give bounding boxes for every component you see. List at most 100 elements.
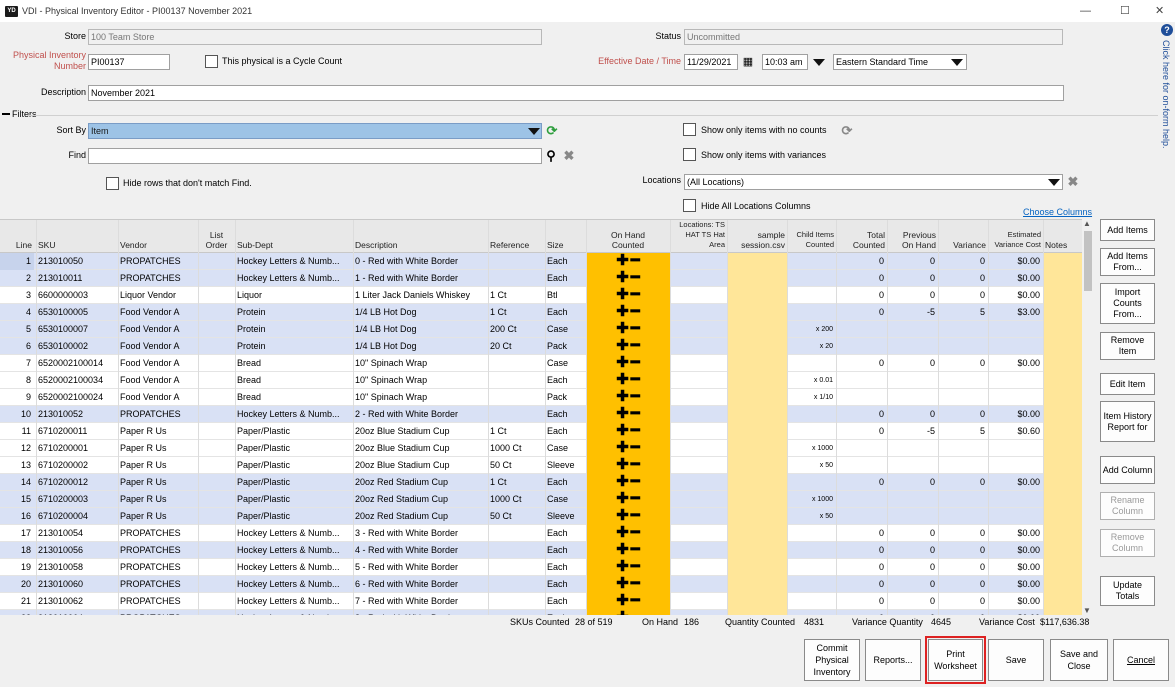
plus-minus-icon[interactable]: ✚━ xyxy=(586,440,670,457)
plus-minus-icon[interactable]: ✚━ xyxy=(586,355,670,372)
plus-minus-icon[interactable]: ✚━ xyxy=(586,304,670,321)
refresh-counts-icon[interactable]: ⟳ xyxy=(839,124,855,138)
cell-loc[interactable] xyxy=(670,440,727,457)
remove-item-button[interactable]: Remove Item xyxy=(1100,332,1155,360)
cell-loc[interactable] xyxy=(670,457,727,474)
plus-minus-icon[interactable]: ✚━ xyxy=(586,491,670,508)
cell-notes[interactable] xyxy=(1043,610,1082,615)
plus-minus-icon[interactable]: ✚━ xyxy=(586,610,670,615)
cell-sample[interactable] xyxy=(727,508,787,525)
cell-loc[interactable] xyxy=(670,304,727,321)
clear-find-icon[interactable]: ✖ xyxy=(562,149,576,163)
cell-notes[interactable] xyxy=(1043,474,1082,491)
column-header-reference[interactable]: Reference xyxy=(490,240,543,250)
cell-notes[interactable] xyxy=(1043,372,1082,389)
table-row[interactable]: 13 6710200002 Paper R Us Paper/Plastic 20oz … xyxy=(0,457,1082,474)
column-header-subdept[interactable]: Sub-Dept xyxy=(237,240,351,250)
column-header-notes[interactable]: Notes xyxy=(1045,240,1080,250)
effective-date-field[interactable]: 11/29/2021 xyxy=(684,54,738,70)
import-counts-button[interactable]: Import Counts From... xyxy=(1100,283,1155,324)
cell-sample[interactable] xyxy=(727,542,787,559)
table-row[interactable]: 5 6530100007 Food Vendor A Protein 1/4 LB Ho… xyxy=(0,321,1082,338)
grid-vertical-scrollbar[interactable]: ▲ ▼ xyxy=(1082,219,1094,615)
cell-notes[interactable] xyxy=(1043,270,1082,287)
table-row[interactable]: 7 6520002100014 Food Vendor A Bread 10" Spin… xyxy=(0,355,1082,372)
cell-sample[interactable] xyxy=(727,423,787,440)
cell-notes[interactable] xyxy=(1043,440,1082,457)
cell-sample[interactable] xyxy=(727,576,787,593)
remove-column-button[interactable]: Remove Column xyxy=(1100,529,1155,557)
timezone-chevron-down-icon[interactable] xyxy=(951,59,963,66)
cell-loc[interactable] xyxy=(670,270,727,287)
sort-chevron-down-icon[interactable] xyxy=(528,128,540,135)
cell-loc[interactable] xyxy=(670,372,727,389)
cell-loc[interactable] xyxy=(670,491,727,508)
table-row[interactable]: 16 6710200004 Paper R Us Paper/Plastic 20oz … xyxy=(0,508,1082,525)
table-row[interactable]: 6 6530100002 Food Vendor A Protein 1/4 LB Ho… xyxy=(0,338,1082,355)
cell-loc[interactable] xyxy=(670,423,727,440)
clear-locations-icon[interactable]: ✖ xyxy=(1066,175,1080,189)
help-text[interactable]: Click here for on-form help. xyxy=(1161,40,1171,149)
cell-sample[interactable] xyxy=(727,355,787,372)
cell-loc[interactable] xyxy=(670,406,727,423)
plus-minus-icon[interactable]: ✚━ xyxy=(586,372,670,389)
plus-minus-icon[interactable]: ✚━ xyxy=(586,406,670,423)
hide-locations-checkbox[interactable] xyxy=(683,199,696,212)
close-icon[interactable]: ✕ xyxy=(1155,4,1164,18)
plus-minus-icon[interactable]: ✚━ xyxy=(586,321,670,338)
cell-notes[interactable] xyxy=(1043,287,1082,304)
cell-loc[interactable] xyxy=(670,338,727,355)
cell-notes[interactable] xyxy=(1043,423,1082,440)
cell-sample[interactable] xyxy=(727,338,787,355)
plus-minus-icon[interactable]: ✚━ xyxy=(586,474,670,491)
choose-columns-link[interactable]: Choose Columns xyxy=(1023,207,1092,217)
cell-notes[interactable] xyxy=(1043,542,1082,559)
cell-sample[interactable] xyxy=(727,457,787,474)
cell-notes[interactable] xyxy=(1043,593,1082,610)
print-worksheet-button[interactable]: Print Worksheet xyxy=(925,636,986,684)
cell-sample[interactable] xyxy=(727,372,787,389)
cycle-count-checkbox[interactable] xyxy=(205,55,218,68)
column-header-locations[interactable]: Locations: TS HAT TS Hat Area xyxy=(672,220,725,250)
column-header-prev-on-hand[interactable]: Previous On Hand xyxy=(889,230,936,250)
add-column-button[interactable]: Add Column xyxy=(1100,456,1155,484)
cell-notes[interactable] xyxy=(1043,576,1082,593)
plus-minus-icon[interactable]: ✚━ xyxy=(586,338,670,355)
reports-button[interactable]: Reports... xyxy=(865,639,921,681)
plus-minus-icon[interactable]: ✚━ xyxy=(586,287,670,304)
plus-minus-icon[interactable]: ✚━ xyxy=(586,270,670,287)
plus-minus-icon[interactable]: ✚━ xyxy=(586,508,670,525)
cell-notes[interactable] xyxy=(1043,321,1082,338)
column-header-est-var-cost[interactable]: Estimated Variance Cost xyxy=(990,230,1041,250)
search-icon[interactable]: ⚲ xyxy=(544,149,558,163)
plus-minus-icon[interactable]: ✚━ xyxy=(586,457,670,474)
maximize-icon[interactable]: ☐ xyxy=(1120,4,1130,18)
plus-minus-icon[interactable]: ✚━ xyxy=(586,593,670,610)
column-header-variance[interactable]: Variance xyxy=(940,240,986,250)
cell-sample[interactable] xyxy=(727,491,787,508)
update-totals-button[interactable]: Update Totals xyxy=(1100,576,1155,606)
help-side-panel[interactable]: ? Click here for on-form help. xyxy=(1159,22,1175,222)
table-row[interactable]: 12 6710200001 Paper R Us Paper/Plastic 20oz … xyxy=(0,440,1082,457)
table-row[interactable]: 9 6520002100024 Food Vendor A Bread 10" Spin… xyxy=(0,389,1082,406)
commit-physical-inventory-button[interactable]: Commit Physical Inventory xyxy=(804,639,860,681)
cell-sample[interactable] xyxy=(727,304,787,321)
cell-notes[interactable] xyxy=(1043,253,1082,270)
pi-number-field[interactable]: PI00137 xyxy=(88,54,170,70)
edit-item-button[interactable]: Edit Item xyxy=(1100,373,1155,395)
cell-sample[interactable] xyxy=(727,610,787,615)
cell-sample[interactable] xyxy=(727,440,787,457)
cell-sample[interactable] xyxy=(727,270,787,287)
find-input[interactable] xyxy=(88,148,542,164)
column-header-sample[interactable]: sample session.csv xyxy=(729,230,785,250)
item-history-button[interactable]: Item History Report for xyxy=(1100,401,1155,442)
description-field[interactable]: November 2021 xyxy=(88,85,1064,101)
table-row[interactable]: 18 213010056 PROPATCHES Hockey Letters & Nu… xyxy=(0,542,1082,559)
cell-loc[interactable] xyxy=(670,321,727,338)
timezone-select[interactable]: Eastern Standard Time xyxy=(833,54,967,70)
cell-sample[interactable] xyxy=(727,406,787,423)
table-row[interactable]: 15 6710200003 Paper R Us Paper/Plastic 20oz … xyxy=(0,491,1082,508)
variances-checkbox[interactable] xyxy=(683,148,696,161)
no-counts-checkbox[interactable] xyxy=(683,123,696,136)
save-and-close-button[interactable]: Save and Close xyxy=(1050,639,1108,681)
